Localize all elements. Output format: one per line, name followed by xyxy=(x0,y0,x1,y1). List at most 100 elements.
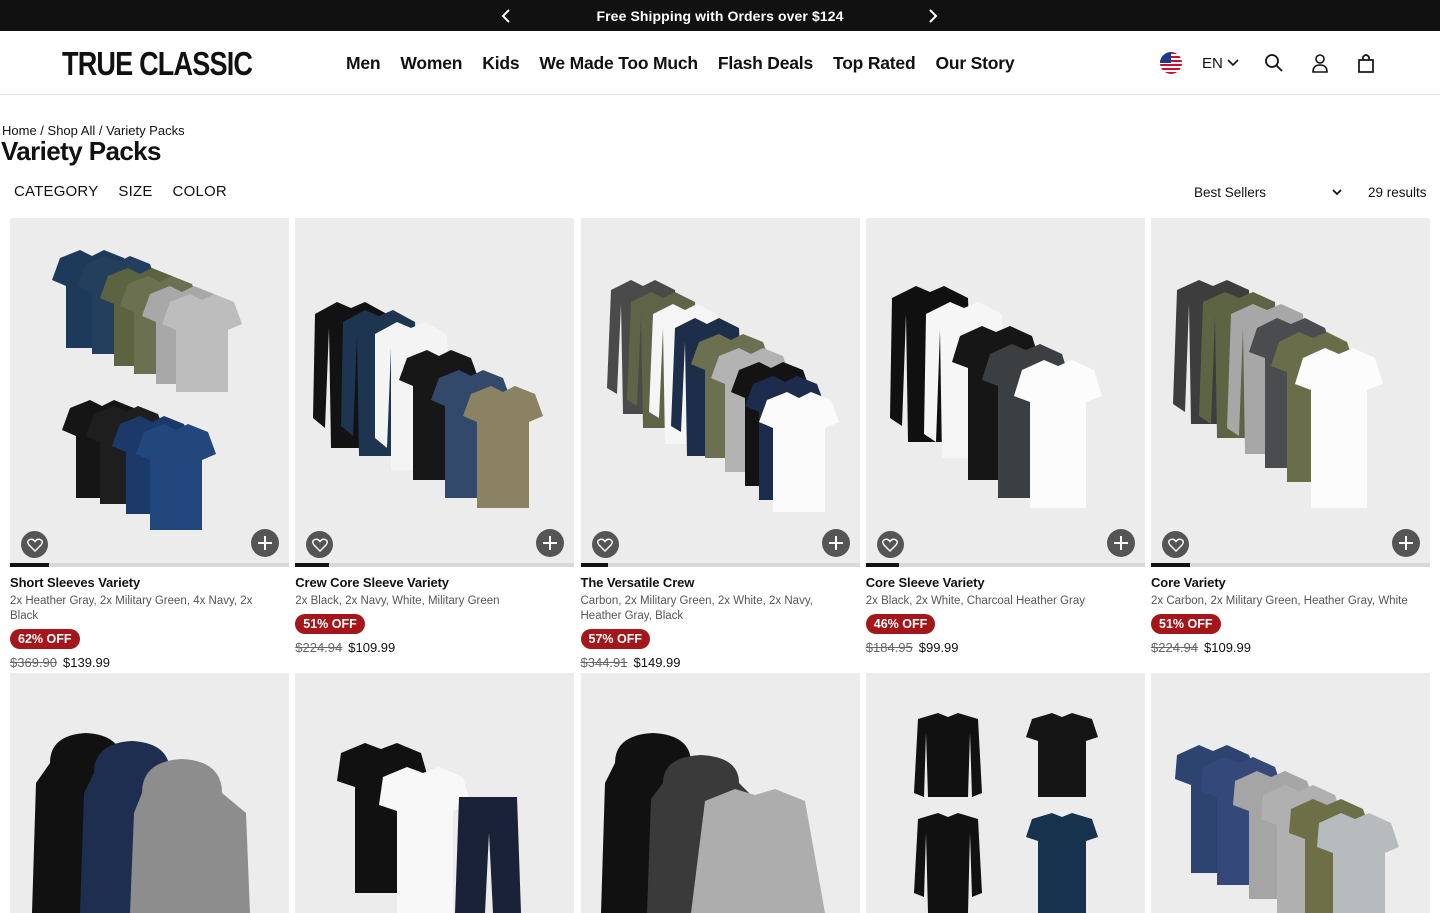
progress-fill xyxy=(10,563,50,567)
original-price: $224.94 xyxy=(1151,640,1198,655)
plus-icon[interactable] xyxy=(1392,529,1420,557)
heart-icon[interactable] xyxy=(876,531,904,558)
product-card[interactable] xyxy=(10,673,289,913)
product-image[interactable] xyxy=(580,673,860,913)
sort-select[interactable]: Best Sellers xyxy=(1194,185,1342,200)
product-photo xyxy=(32,733,250,913)
heart-icon[interactable] xyxy=(21,531,48,558)
product-colors: Carbon, 2x Military Green, 2x White, 2x … xyxy=(580,595,813,622)
product-card[interactable] xyxy=(295,673,575,913)
product-photo xyxy=(1175,745,1399,913)
image-carousel-progress xyxy=(580,563,860,567)
product-prices: $224.94 $109.99 xyxy=(1151,640,1430,655)
nav-top-rated[interactable]: Top Rated xyxy=(833,53,916,74)
product-colors: 2x Black, 2x White, Charcoal Heather Gra… xyxy=(865,595,1085,607)
product-grid: Short Sleeves Variety 2x Heather Gray, 2… xyxy=(10,218,1430,913)
plus-icon[interactable] xyxy=(251,529,279,557)
chevron-down-icon xyxy=(1227,59,1239,67)
us-flag-icon[interactable] xyxy=(1160,52,1182,74)
filter-color[interactable]: COLOR xyxy=(173,183,227,200)
product-name[interactable]: Short Sleeves Variety xyxy=(10,575,289,590)
page-title: Variety Packs xyxy=(1,136,162,166)
results-count: 29 results xyxy=(1368,185,1427,200)
product-name[interactable]: Core Sleeve Variety xyxy=(866,575,1145,590)
chevron-down-icon xyxy=(1332,189,1342,196)
product-card[interactable]: Crew Core Sleeve Variety 2x Black, 2x Na… xyxy=(295,218,575,679)
product-photo xyxy=(313,302,544,508)
product-image[interactable] xyxy=(580,218,860,567)
product-info: The Versatile Crew Carbon, 2x Military G… xyxy=(580,567,860,679)
site-header: TRUE CLASSIC Men Women Kids We Made Too … xyxy=(0,31,1440,95)
product-image[interactable] xyxy=(865,673,1145,913)
product-photo xyxy=(337,743,522,913)
heart-icon[interactable] xyxy=(1162,531,1189,558)
logo[interactable]: TRUE CLASSIC xyxy=(62,45,253,83)
product-prices: $184.95 $99.99 xyxy=(866,640,1145,655)
sort-selected-label: Best Sellers xyxy=(1194,185,1267,200)
image-carousel-progress xyxy=(865,563,1145,567)
product-prices: $224.94 $109.99 xyxy=(295,640,574,655)
chevron-right-icon[interactable] xyxy=(925,8,941,24)
filter-bar: CATEGORY SIZE COLOR xyxy=(14,183,227,200)
sale-price: $149.99 xyxy=(633,655,681,670)
announcement-bar: Free Shipping with Orders over $124 xyxy=(0,0,1440,31)
nav-we-made-too-much[interactable]: We Made Too Much xyxy=(539,53,698,74)
chevron-left-icon[interactable] xyxy=(498,8,514,24)
cart-bag-icon[interactable] xyxy=(1355,52,1377,74)
product-card[interactable] xyxy=(1151,673,1430,913)
product-card[interactable]: Core Sleeve Variety 2x Black, 2x White, … xyxy=(865,218,1145,679)
progress-fill xyxy=(1151,563,1191,567)
heart-icon[interactable] xyxy=(591,531,619,558)
product-card[interactable] xyxy=(580,673,860,913)
product-card[interactable]: Core Variety 2x Carbon, 2x Military Gree… xyxy=(1151,218,1430,679)
product-info: Crew Core Sleeve Variety 2x Black, 2x Na… xyxy=(295,567,574,679)
nav-flash-deals[interactable]: Flash Deals xyxy=(718,53,813,74)
image-carousel-progress xyxy=(10,563,289,567)
discount-badge: 62% OFF xyxy=(10,629,80,649)
product-photo xyxy=(913,713,1098,913)
language-selector[interactable]: EN xyxy=(1202,55,1239,72)
product-photo xyxy=(600,733,825,913)
plus-icon[interactable] xyxy=(821,529,850,557)
progress-fill xyxy=(865,563,900,567)
product-card[interactable]: Short Sleeves Variety 2x Heather Gray, 2… xyxy=(10,218,289,679)
product-photo xyxy=(889,286,1102,508)
product-image[interactable] xyxy=(295,673,575,913)
nav-kids[interactable]: Kids xyxy=(482,53,519,74)
product-info: Short Sleeves Variety 2x Heather Gray, 2… xyxy=(10,567,289,679)
product-photo xyxy=(1173,280,1383,508)
announcement-text[interactable]: Free Shipping with Orders over $124 xyxy=(596,8,843,24)
original-price: $344.91 xyxy=(580,655,628,670)
nav-our-story[interactable]: Our Story xyxy=(935,53,1014,74)
image-carousel-progress xyxy=(295,563,575,567)
progress-fill xyxy=(295,563,329,567)
product-card[interactable]: The Versatile Crew Carbon, 2x Military G… xyxy=(580,218,860,679)
original-price: $224.94 xyxy=(295,640,343,655)
product-colors: 2x Heather Gray, 2x Military Green, 4x N… xyxy=(10,595,253,622)
discount-badge: 51% OFF xyxy=(1151,614,1221,634)
product-colors: 2x Black, 2x Navy, White, Military Green xyxy=(295,595,500,607)
nav-women[interactable]: Women xyxy=(400,53,462,74)
product-name[interactable]: The Versatile Crew xyxy=(581,575,860,590)
product-image[interactable] xyxy=(865,218,1145,567)
account-icon[interactable] xyxy=(1309,52,1331,74)
filter-size[interactable]: SIZE xyxy=(118,183,152,200)
search-icon[interactable] xyxy=(1263,52,1285,74)
sale-price: $109.99 xyxy=(1204,640,1251,655)
discount-badge: 46% OFF xyxy=(865,614,936,634)
product-image[interactable] xyxy=(1151,673,1430,913)
plus-icon[interactable] xyxy=(1106,529,1135,557)
product-image[interactable] xyxy=(295,218,575,567)
product-colors: 2x Carbon, 2x Military Green, Heather Gr… xyxy=(1151,595,1408,607)
product-photo xyxy=(606,280,839,512)
product-card[interactable] xyxy=(865,673,1145,913)
sale-price: $139.99 xyxy=(63,655,110,670)
product-info: Core Variety 2x Carbon, 2x Military Gree… xyxy=(1151,567,1430,679)
product-image[interactable] xyxy=(10,673,289,913)
product-image[interactable] xyxy=(1151,218,1430,567)
nav-men[interactable]: Men xyxy=(346,53,381,74)
product-name[interactable]: Core Variety xyxy=(1151,575,1430,590)
product-name[interactable]: Crew Core Sleeve Variety xyxy=(295,575,574,590)
product-image[interactable] xyxy=(10,218,289,567)
filter-category[interactable]: CATEGORY xyxy=(14,183,98,200)
